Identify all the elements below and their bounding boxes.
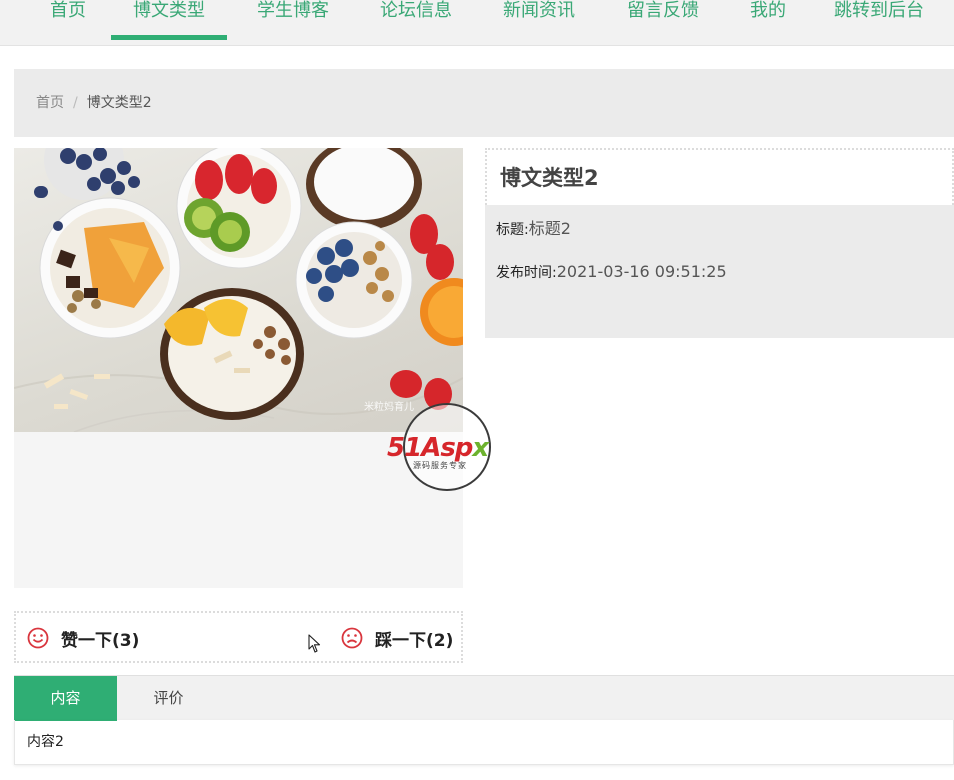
top-navigation: 首页 博文类型 学生博客 论坛信息 新闻资讯 留言反馈 我的 跳转到后台	[0, 0, 954, 46]
time-label: 发布时间:	[496, 265, 557, 281]
nav-forum[interactable]: 论坛信息	[380, 0, 452, 42]
frown-icon	[341, 627, 363, 649]
smile-icon	[27, 627, 49, 649]
detail-heading: 博文类型2	[485, 148, 954, 205]
tab-content[interactable]: 内容	[14, 676, 117, 721]
time-value: 2021-03-16 09:51:25	[556, 262, 727, 281]
content-tabs: 内容 评价	[14, 675, 954, 721]
detail-body: 标题:标题2 发布时间:2021-03-16 09:51:25	[485, 205, 954, 338]
title-label: 标题:	[496, 222, 529, 238]
like-button[interactable]: 赞一下(3)	[27, 626, 140, 651]
watermark-tagline: 源码服务专家	[413, 461, 467, 470]
tab-content-panel: 内容2	[14, 720, 954, 765]
mouse-cursor-icon	[308, 634, 321, 653]
food-photo: 米粒妈育儿	[14, 148, 463, 432]
nav-blog-types[interactable]: 博文类型	[111, 0, 227, 42]
breadcrumb-home[interactable]: 首页	[36, 95, 64, 111]
detail-panel: 博文类型2 标题:标题2 发布时间:2021-03-16 09:51:25	[485, 148, 954, 338]
dislike-label: 踩一下(2)	[375, 630, 454, 651]
nav-news[interactable]: 新闻资讯	[503, 0, 575, 42]
nav-mine[interactable]: 我的	[750, 0, 786, 42]
breadcrumb-separator: /	[73, 95, 78, 111]
nav-admin[interactable]: 跳转到后台	[834, 0, 924, 42]
title-value: 标题2	[528, 219, 571, 238]
nav-student-blogs[interactable]: 学生博客	[257, 0, 329, 42]
detail-title-row: 标题:标题2	[496, 217, 954, 260]
watermark-logo: 51Aspx	[387, 433, 489, 463]
tab-reviews[interactable]: 评价	[117, 676, 220, 721]
reaction-bar: 赞一下(3) 踩一下(2)	[14, 611, 463, 663]
image-panel: 米粒妈育儿	[14, 148, 463, 588]
nav-feedback[interactable]: 留言反馈	[627, 0, 699, 42]
nav-home[interactable]: 首页	[50, 0, 86, 42]
dislike-button[interactable]: 踩一下(2)	[341, 626, 454, 651]
like-label: 赞一下(3)	[61, 630, 140, 651]
detail-time-row: 发布时间:2021-03-16 09:51:25	[496, 260, 954, 303]
photo-food-bowls-icon: 米粒妈育儿	[14, 148, 463, 432]
breadcrumb-current: 博文类型2	[86, 95, 152, 111]
breadcrumb: 首页 / 博文类型2	[14, 69, 954, 137]
photo-caption: 米粒妈育儿	[364, 400, 414, 413]
